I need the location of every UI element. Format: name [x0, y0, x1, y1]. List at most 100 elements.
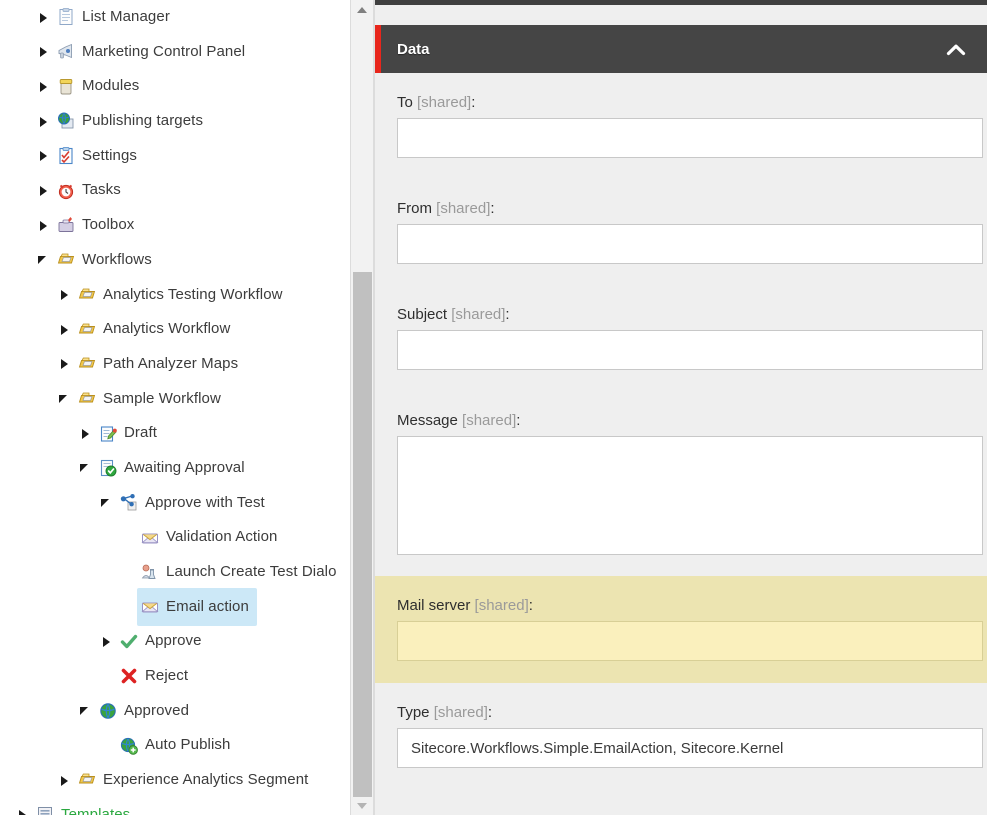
- collapse-arrow-icon[interactable]: [77, 451, 95, 486]
- field-input-mail-server[interactable]: [397, 621, 983, 661]
- content-tree-panel: List Manager Marketing Control Panel Modul…: [0, 0, 350, 815]
- expand-arrow-icon[interactable]: [56, 763, 74, 798]
- tree-item-analytics-workflow[interactable]: Analytics Workflow: [0, 312, 350, 347]
- tree-item-modules[interactable]: Modules: [0, 69, 350, 104]
- scroll-down-arrow-icon[interactable]: [351, 798, 373, 815]
- tree-item-approve[interactable]: Approve: [0, 624, 350, 659]
- tree-item-content[interactable]: Auto Publish: [116, 726, 238, 765]
- tree-item-content[interactable]: Toolbox: [53, 206, 142, 245]
- red-x-icon: [120, 667, 138, 685]
- tree-item-content[interactable]: Settings: [53, 137, 145, 176]
- tree-vertical-scrollbar[interactable]: [350, 0, 374, 815]
- tree-item-content[interactable]: Draft: [95, 414, 165, 453]
- alarm-clock-icon: [57, 182, 75, 200]
- tree-item-awaiting-approval[interactable]: Awaiting Approval: [0, 451, 350, 486]
- field-label-text: From: [397, 200, 432, 217]
- tree-item-content[interactable]: Publishing targets: [53, 102, 211, 141]
- green-check-icon: [120, 633, 138, 651]
- tree-item-content[interactable]: Path Analyzer Maps: [74, 345, 246, 384]
- tree-item-label: Email action: [166, 597, 249, 615]
- expand-arrow-icon[interactable]: [35, 139, 53, 174]
- tree-item-content[interactable]: Validation Action: [137, 518, 286, 557]
- tree-item-content[interactable]: List Manager: [53, 0, 178, 37]
- tree-item-approved[interactable]: Approved: [0, 694, 350, 729]
- field-textarea-message[interactable]: [397, 436, 983, 555]
- field-label-colon: :: [528, 597, 533, 614]
- tree-item-label: Templates: [61, 805, 131, 815]
- tree-item-analytics-testing-workflow[interactable]: Analytics Testing Workflow: [0, 278, 350, 313]
- tree-item-toolbox[interactable]: Toolbox: [0, 208, 350, 243]
- tree-item-content[interactable]: Analytics Testing Workflow: [74, 276, 291, 315]
- collapse-arrow-icon[interactable]: [98, 486, 116, 521]
- expand-arrow-icon[interactable]: [35, 35, 53, 70]
- tree-item-email-action[interactable]: Email action: [0, 587, 350, 627]
- tree-item-content[interactable]: Analytics Workflow: [74, 310, 238, 349]
- globe-plus-icon: [120, 737, 138, 755]
- expand-arrow-icon[interactable]: [56, 278, 74, 313]
- tree-item-publishing-targets[interactable]: Publishing targets: [0, 104, 350, 139]
- tree-item-sample-workflow[interactable]: Sample Workflow: [0, 382, 350, 417]
- tree-item-label: List Manager: [82, 8, 170, 25]
- tree-item-content[interactable]: Workflows: [53, 241, 160, 280]
- tree-item-experience-analytics-segment[interactable]: Experience Analytics Segment: [0, 763, 350, 798]
- expand-arrow-icon[interactable]: [35, 0, 53, 35]
- tree-item-marketing-control-panel[interactable]: Marketing Control Panel: [0, 35, 350, 70]
- expand-arrow-icon[interactable]: [56, 347, 74, 382]
- tree-item-validation-action[interactable]: Validation Action: [0, 520, 350, 555]
- expand-arrow-icon[interactable]: [14, 798, 32, 815]
- tree-item-label: Reject: [145, 667, 189, 685]
- tree-item-content[interactable]: Awaiting Approval: [95, 449, 253, 488]
- tree-item-content[interactable]: Experience Analytics Segment: [74, 761, 316, 800]
- tree-item-label: Toolbox: [82, 216, 135, 234]
- document-check-icon: [99, 459, 117, 477]
- field-label-subject: Subject [shared]:: [375, 285, 987, 330]
- expand-arrow-icon[interactable]: [56, 312, 74, 347]
- tree-item-reject[interactable]: Reject: [0, 659, 350, 694]
- field-spacer: [375, 264, 987, 285]
- scrollbar-thumb[interactable]: [353, 272, 372, 797]
- tree-item-workflows[interactable]: Workflows: [0, 243, 350, 278]
- scroll-up-arrow-icon[interactable]: [351, 0, 373, 17]
- tree-item-content[interactable]: Templates: [32, 796, 138, 815]
- expand-arrow-icon[interactable]: [98, 624, 116, 659]
- field-label-text: Subject: [397, 306, 448, 323]
- chevron-up-icon[interactable]: [940, 37, 972, 61]
- tree-item-content[interactable]: Approve: [116, 622, 210, 661]
- tree-item-content[interactable]: Reject: [116, 657, 196, 696]
- tree-item-settings[interactable]: Settings: [0, 139, 350, 174]
- tree-item-content[interactable]: Approved: [95, 692, 197, 731]
- tree-item-path-analyzer-maps[interactable]: Path Analyzer Maps: [0, 347, 350, 382]
- expand-arrow-icon[interactable]: [35, 69, 53, 104]
- tree-item-content[interactable]: Approve with Test: [116, 484, 273, 523]
- field-block-message: Message [shared]:: [375, 391, 987, 576]
- tree-item-content[interactable]: Launch Create Test Dialo: [137, 553, 345, 592]
- tree-item-content[interactable]: Modules: [53, 67, 147, 106]
- tree-item-auto-publish[interactable]: Auto Publish: [0, 728, 350, 763]
- tree-item-draft[interactable]: Draft: [0, 416, 350, 451]
- field-input-from[interactable]: [397, 224, 983, 264]
- field-input-type[interactable]: Sitecore.Workflows.Simple.EmailAction, S…: [397, 728, 983, 768]
- tree-item-selected[interactable]: Email action: [137, 587, 257, 627]
- expand-arrow-icon[interactable]: [35, 173, 53, 208]
- field-input-subject[interactable]: [397, 330, 983, 370]
- data-section-header[interactable]: Data: [375, 25, 987, 73]
- field-label-text: Mail server: [397, 597, 471, 614]
- tree-item-approve-with-test[interactable]: Approve with Test: [0, 486, 350, 521]
- tree-item-content[interactable]: Sample Workflow: [74, 380, 229, 419]
- tree-item-templates[interactable]: Templates: [0, 798, 350, 815]
- expand-arrow-icon[interactable]: [35, 104, 53, 139]
- collapse-arrow-icon[interactable]: [35, 243, 53, 278]
- field-label-message: Message [shared]:: [375, 391, 987, 436]
- collapse-arrow-icon[interactable]: [77, 694, 95, 729]
- tree-item-list-manager[interactable]: List Manager: [0, 0, 350, 35]
- expand-arrow-icon[interactable]: [35, 208, 53, 243]
- expand-arrow-icon[interactable]: [77, 416, 95, 451]
- tree-item-content[interactable]: Marketing Control Panel: [53, 33, 253, 72]
- tree-item-tasks[interactable]: Tasks: [0, 173, 350, 208]
- tree-item-content[interactable]: Tasks: [53, 171, 129, 210]
- tree-item-launch-create-test-dialo[interactable]: Launch Create Test Dialo: [0, 555, 350, 590]
- collapse-arrow-icon[interactable]: [56, 382, 74, 417]
- field-input-to[interactable]: [397, 118, 983, 158]
- field-shared-tag: [shared]: [417, 94, 472, 111]
